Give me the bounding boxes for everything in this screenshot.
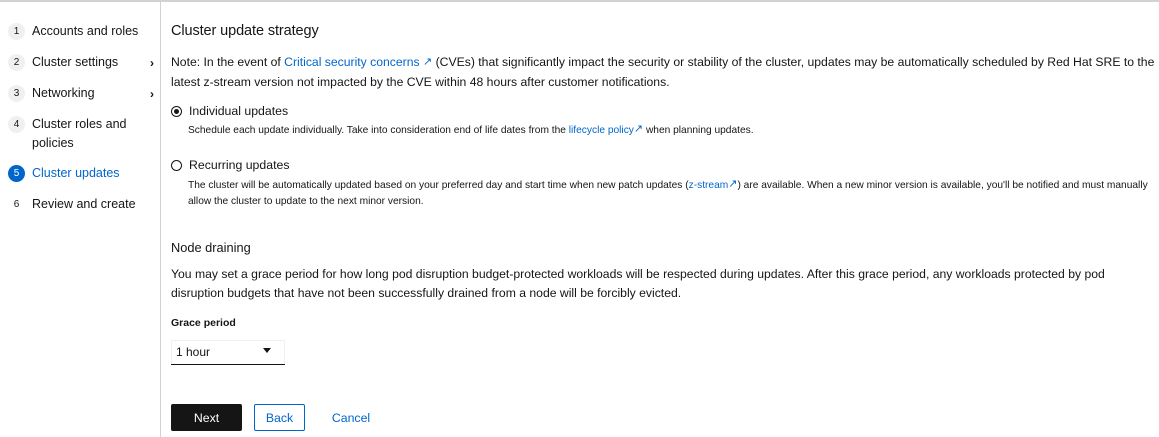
external-link-icon: ↗︎ [423, 56, 433, 68]
individual-updates-label: Individual updates [189, 104, 289, 118]
desc-suffix: when planning updates. [643, 125, 754, 136]
update-strategy-title: Cluster update strategy [171, 23, 319, 39]
external-link-icon: ↗︎ [728, 178, 738, 190]
recurring-updates-description: The cluster will be automatically update… [188, 177, 1156, 210]
step-number: 6 [13, 199, 20, 210]
step-number: 3 [8, 85, 25, 102]
step-number: 4 [8, 116, 25, 133]
wizard-step-review-and-create[interactable]: 6 Review and create [8, 195, 158, 214]
grace-period-label: Grace period [171, 317, 236, 329]
step-number: 2 [8, 54, 25, 71]
individual-updates-description: Schedule each update individually. Take … [188, 122, 1156, 139]
step-label: Cluster roles and policies [32, 117, 127, 150]
recurring-updates-radio[interactable]: Recurring updates [171, 158, 289, 172]
link-text: Critical security concerns [284, 55, 420, 69]
individual-updates-radio[interactable]: Individual updates [171, 104, 288, 118]
back-button[interactable]: Back [254, 404, 305, 431]
desc-prefix: The cluster will be automatically update… [188, 180, 689, 191]
caret-down-icon [263, 348, 271, 353]
grace-period-value: 1 hour [176, 345, 211, 359]
node-draining-title: Node draining [171, 240, 251, 255]
lifecycle-policy-link[interactable]: lifecycle policy↗︎ [568, 123, 643, 136]
note-prefix: Note: In the event of [171, 55, 285, 69]
radio-selected-icon[interactable] [171, 105, 182, 117]
radio-unselected-icon[interactable] [171, 159, 182, 171]
chevron-right-icon[interactable]: › [150, 54, 154, 73]
link-text: lifecycle policy [568, 125, 634, 136]
next-button[interactable]: Next [171, 404, 242, 431]
wizard-nav: 1 Accounts and roles 2 Cluster settings … [0, 2, 161, 437]
wizard-step-cluster-settings[interactable]: 2 Cluster settings › [8, 53, 158, 72]
wizard-step-accounts-and-roles[interactable]: 1 Accounts and roles [8, 22, 158, 41]
step-label: Cluster settings [32, 55, 119, 69]
node-draining-description: You may set a grace period for how long … [171, 267, 1105, 300]
wizard-step-networking[interactable]: 3 Networking › [8, 84, 158, 103]
step-number: 5 [8, 165, 25, 182]
chevron-right-icon[interactable]: › [150, 85, 154, 104]
step-label: Review and create [32, 197, 136, 211]
step-label: Networking [32, 86, 95, 100]
external-link-icon: ↗︎ [633, 123, 644, 135]
top-divider [0, 0, 1159, 2]
wizard-step-cluster-updates[interactable]: 5 Cluster updates [8, 164, 158, 183]
step-label: Cluster updates [32, 166, 120, 180]
cve-note: Note: In the event of Critical security … [171, 53, 1156, 92]
link-text: z-stream [688, 180, 729, 191]
step-number: 1 [8, 23, 25, 40]
cancel-button[interactable]: Cancel [321, 404, 381, 431]
grace-period-select[interactable]: 1 hour [171, 340, 285, 365]
recurring-updates-label: Recurring updates [189, 158, 290, 172]
step-label: Accounts and roles [32, 24, 139, 38]
z-stream-link[interactable]: z-stream↗︎ [688, 178, 738, 191]
wizard-step-cluster-roles-and-policies[interactable]: 4 Cluster roles and policies [8, 115, 158, 153]
critical-security-concerns-link[interactable]: Critical security concerns ↗︎ [284, 55, 432, 69]
desc-prefix: Schedule each update individually. Take … [188, 125, 569, 136]
